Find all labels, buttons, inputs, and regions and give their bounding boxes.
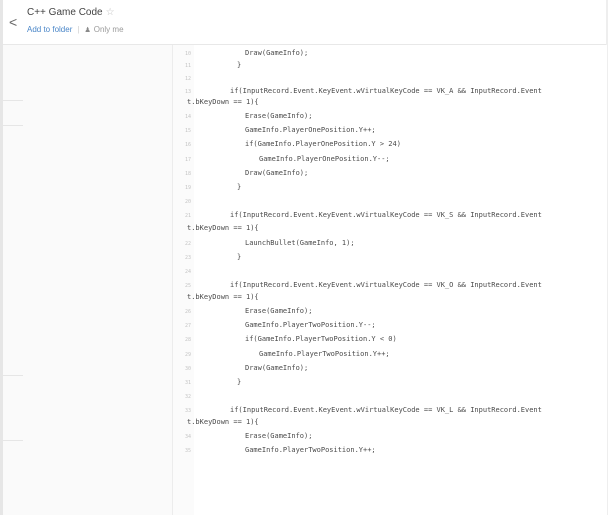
code-text: } <box>237 61 242 69</box>
code-text: GameInfo.PlayerTwoPosition.Y++; <box>259 350 390 358</box>
line-number: 17 <box>184 157 191 163</box>
line-number: 22 <box>184 241 191 247</box>
code-line: t.bKeyDown == 1){ <box>173 418 607 429</box>
code-line: 34 Erase(GameInfo); <box>173 432 607 443</box>
code-line: 32 <box>173 392 607 403</box>
code-line: 29 GameInfo.PlayerTwoPosition.Y++; <box>173 350 607 361</box>
line-number: 32 <box>184 394 191 400</box>
left-panel-divider <box>3 125 23 126</box>
code-line: 24 <box>173 267 607 278</box>
line-number: 16 <box>184 142 191 148</box>
code-text: } <box>237 253 242 261</box>
line-number: 26 <box>184 309 191 315</box>
code-line: 13 if(InputRecord.Event.KeyEvent.wVirtual… <box>173 87 607 98</box>
line-number: 19 <box>184 185 191 191</box>
line-number: 34 <box>184 434 191 440</box>
code-line: 27 GameInfo.PlayerTwoPosition.Y--; <box>173 321 607 332</box>
line-number: 25 <box>184 283 191 289</box>
code-text: GameInfo.PlayerOnePosition.Y++; <box>245 126 376 134</box>
code-text: Draw(GameInfo); <box>245 169 309 177</box>
code-editor[interactable]: 10 Draw(GameInfo); 11} 12 13 if(InputRecord.E… <box>172 45 607 515</box>
code-text: if(InputRecord.Event.KeyEvent.wVirtualKe… <box>230 281 542 289</box>
document-title-row: C++ Game Code ☆ <box>27 6 115 19</box>
code-line: 30 Draw(GameInfo); <box>173 364 607 375</box>
code-text: Erase(GameInfo); <box>245 432 313 440</box>
back-icon[interactable]: < <box>9 14 21 30</box>
code-line: 10 Draw(GameInfo); <box>173 49 607 60</box>
code-line: 17 GameInfo.PlayerOnePosition.Y--; <box>173 155 607 166</box>
line-number: 27 <box>184 323 191 329</box>
line-number: 13 <box>184 89 191 95</box>
code-text: GameInfo.PlayerTwoPosition.Y--; <box>245 321 376 329</box>
code-text: if(InputRecord.Event.KeyEvent.wVirtualKe… <box>230 406 542 414</box>
code-text: Draw(GameInfo); <box>245 364 309 372</box>
person-icon: ♟ <box>84 27 91 34</box>
code-text: LaunchBullet(GameInfo, 1); <box>245 239 355 247</box>
code-line: 33 if(InputRecord.Event.KeyEvent.wVirtual… <box>173 406 607 417</box>
code-text: } <box>237 378 242 386</box>
code-text: t.bKeyDown == 1){ <box>187 98 259 106</box>
line-number: 21 <box>184 213 191 219</box>
visibility-label[interactable]: Only me <box>94 25 124 34</box>
code-line: 26 Erase(GameInfo); <box>173 307 607 318</box>
code-text: GameInfo.PlayerTwoPosition.Y++; <box>245 446 376 454</box>
add-to-folder-link[interactable]: Add to folder <box>27 25 72 34</box>
line-number: 35 <box>184 448 191 454</box>
line-number: 14 <box>184 114 191 120</box>
code-line: 16 if(GameInfo.PlayerOnePosition.Y > 24) <box>173 140 607 151</box>
line-number: 15 <box>184 128 191 134</box>
line-number: 33 <box>184 408 191 414</box>
code-line: 11} <box>173 61 607 72</box>
code-line: 22 LaunchBullet(GameInfo, 1); <box>173 239 607 250</box>
line-number: 10 <box>184 51 191 57</box>
left-panel-divider <box>3 440 23 441</box>
code-line: 21 if(InputRecord.Event.KeyEvent.wVirtual… <box>173 211 607 222</box>
line-number: 11 <box>184 63 191 69</box>
code-line: 19} <box>173 183 607 194</box>
code-line: 23} <box>173 253 607 264</box>
code-text: t.bKeyDown == 1){ <box>187 293 259 301</box>
code-text: Erase(GameInfo); <box>245 307 313 315</box>
code-line: 12 <box>173 74 607 85</box>
line-number: 31 <box>184 380 191 386</box>
line-number: 23 <box>184 255 191 261</box>
code-text: if(InputRecord.Event.KeyEvent.wVirtualKe… <box>230 211 542 219</box>
code-text: if(InputRecord.Event.KeyEvent.wVirtualKe… <box>230 87 542 95</box>
document-title: C++ Game Code <box>27 7 103 18</box>
code-text: Erase(GameInfo); <box>245 112 313 120</box>
meta-separator: | <box>77 25 80 34</box>
left-panel-divider <box>3 100 23 101</box>
code-line: t.bKeyDown == 1){ <box>173 98 607 109</box>
code-line: 35 GameInfo.PlayerTwoPosition.Y++; <box>173 446 607 457</box>
code-line: 31} <box>173 378 607 389</box>
star-icon[interactable]: ☆ <box>106 7 115 18</box>
document-meta-row: Add to folder | ♟ Only me <box>27 24 124 36</box>
code-line: 20 <box>173 197 607 208</box>
code-text: t.bKeyDown == 1){ <box>187 418 259 426</box>
line-number: 20 <box>184 199 191 205</box>
line-number: 28 <box>184 337 191 343</box>
code-text: if(GameInfo.PlayerTwoPosition.Y < 0) <box>245 335 397 343</box>
left-panel <box>3 45 172 515</box>
left-panel-divider <box>3 375 23 376</box>
code-text: } <box>237 183 242 191</box>
code-line: 25 if(InputRecord.Event.KeyEvent.wVirtual… <box>173 281 607 292</box>
code-line: t.bKeyDown == 1){ <box>173 293 607 304</box>
code-text: if(GameInfo.PlayerOnePosition.Y > 24) <box>245 140 401 148</box>
code-text: t.bKeyDown == 1){ <box>187 224 259 232</box>
code-line: t.bKeyDown == 1){ <box>173 224 607 235</box>
code-text: GameInfo.PlayerOnePosition.Y--; <box>259 155 390 163</box>
code-line: 18 Draw(GameInfo); <box>173 169 607 180</box>
line-number: 18 <box>184 171 191 177</box>
line-number: 12 <box>184 76 191 82</box>
code-line: 28 if(GameInfo.PlayerTwoPosition.Y < 0) <box>173 335 607 346</box>
line-number: 24 <box>184 269 191 275</box>
code-text: Draw(GameInfo); <box>245 49 309 57</box>
line-number: 29 <box>184 352 191 358</box>
line-number: 30 <box>184 366 191 372</box>
document-header: < C++ Game Code ☆ Add to folder | ♟ Only me <box>3 0 606 45</box>
code-line: 15 GameInfo.PlayerOnePosition.Y++; <box>173 126 607 137</box>
code-line: 14 Erase(GameInfo); <box>173 112 607 123</box>
